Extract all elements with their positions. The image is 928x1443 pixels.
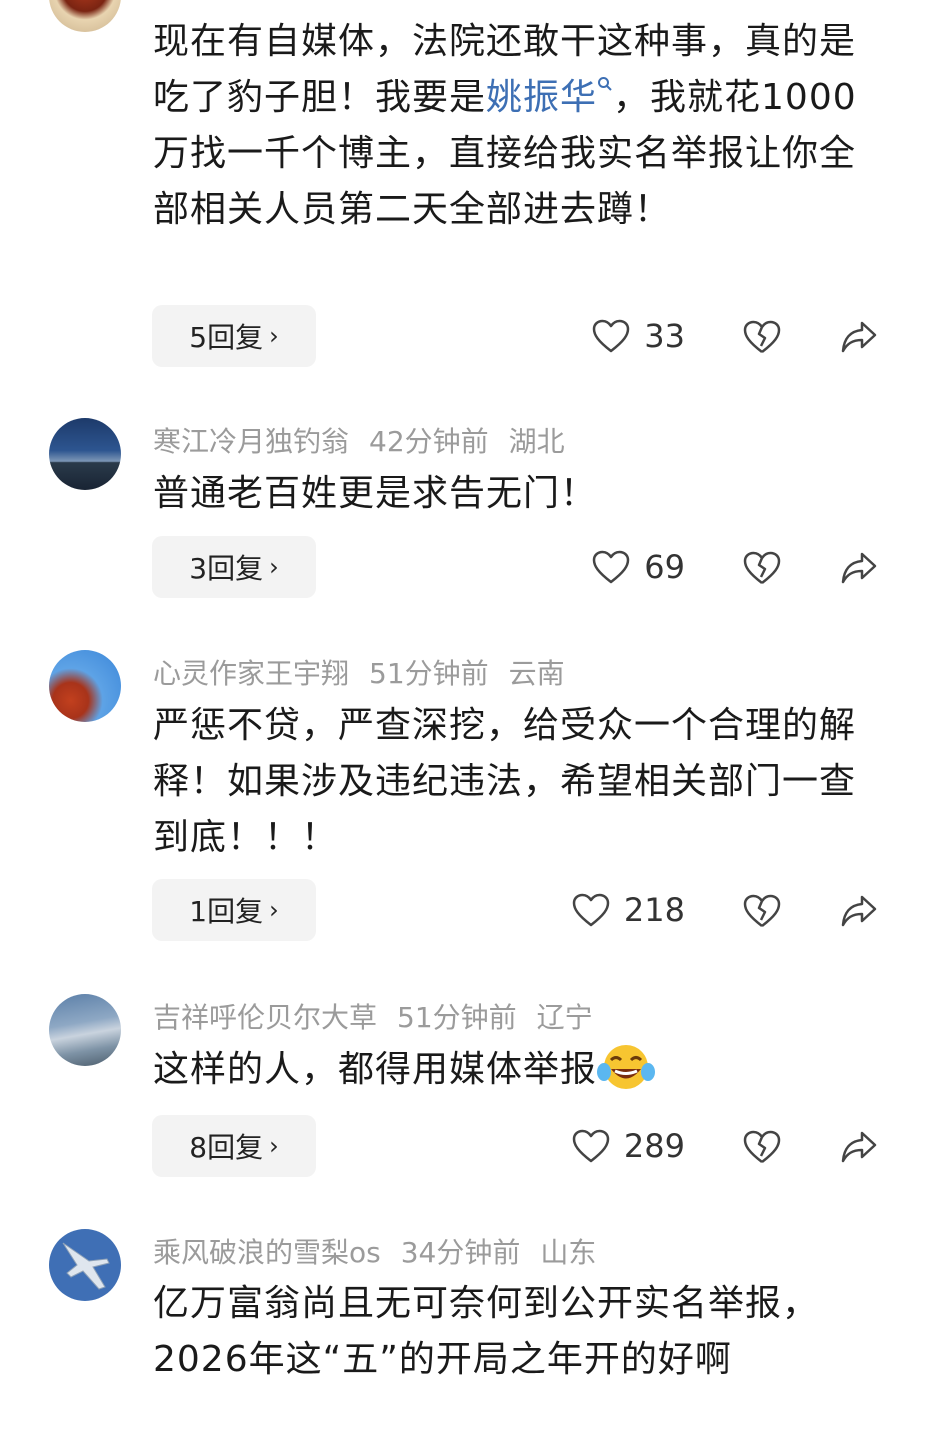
- comment-text: 这样的人，都得用媒体举报: [153, 1042, 883, 1098]
- avatar[interactable]: [49, 0, 121, 32]
- avatar[interactable]: [49, 1229, 121, 1301]
- share-icon[interactable]: [840, 893, 878, 929]
- share-icon[interactable]: [840, 1129, 878, 1165]
- timestamp: 34分钟前: [400, 1236, 521, 1269]
- heart-icon: [593, 319, 630, 353]
- like-button[interactable]: 289: [572, 1115, 685, 1177]
- avatar[interactable]: [49, 994, 121, 1066]
- username[interactable]: 寒江冷月独钓翁: [153, 425, 349, 458]
- comment-meta: 吉祥呼伦贝尔大草 51分钟前 辽宁: [153, 996, 613, 1036]
- broken-heart-icon[interactable]: [743, 550, 781, 586]
- username[interactable]: 心灵作家王宇翔: [153, 657, 349, 690]
- replies-button[interactable]: 3回复 ›: [152, 536, 316, 598]
- username[interactable]: 吉祥呼伦贝尔大草: [153, 1001, 377, 1034]
- share-icon[interactable]: [840, 319, 878, 355]
- chevron-right-icon: ›: [269, 1132, 279, 1160]
- timestamp: 42分钟前: [369, 425, 489, 458]
- comment-text: 现在有自媒体，法院还敢干这种事，真的是吃了豹子胆！我要是姚振华 ，我就花1000万…: [153, 21, 857, 230]
- share-icon[interactable]: [840, 550, 878, 586]
- broken-heart-icon[interactable]: [743, 319, 781, 355]
- search-icon: [598, 77, 612, 91]
- replies-button[interactable]: 5回复 ›: [152, 305, 316, 367]
- avatar[interactable]: [49, 418, 121, 490]
- heart-icon: [572, 893, 610, 927]
- comment-meta: 寒江冷月独钓翁 42分钟前 湖北: [153, 420, 585, 460]
- region: 辽宁: [536, 1001, 593, 1034]
- like-button[interactable]: 33: [592, 305, 685, 367]
- like-count: 218: [623, 891, 685, 929]
- like-button[interactable]: 69: [592, 536, 685, 598]
- like-count: 33: [644, 317, 685, 355]
- jet-icon: [62, 1242, 110, 1290]
- comment-meta: 心灵作家王宇翔 51分钟前 云南: [153, 652, 585, 692]
- chevron-right-icon: ›: [269, 896, 279, 924]
- replies-button[interactable]: 8回复 ›: [152, 1115, 316, 1177]
- username[interactable]: 乘风破浪的雪梨os: [153, 1236, 381, 1269]
- like-count: 289: [623, 1127, 685, 1165]
- timestamp: 51分钟前: [397, 1001, 517, 1034]
- comment-text: 亿万富翁尚且无可奈何到公开实名举报，2026年这“五”的开局之年开的好啊: [153, 1283, 820, 1380]
- comment-meta: 乘风破浪的雪梨os 34分钟前 山东: [153, 1231, 616, 1271]
- broken-heart-icon[interactable]: [743, 1129, 781, 1165]
- heart-icon: [593, 550, 630, 584]
- timestamp: 51分钟前: [369, 657, 489, 690]
- comment-text: 普通老百姓更是求告无门！: [153, 473, 598, 514]
- chevron-right-icon: ›: [269, 322, 279, 350]
- region: 湖北: [508, 425, 565, 458]
- keyword-link[interactable]: 姚振华: [486, 77, 597, 118]
- comment-text: 严惩不贷，严查深挖，给受众一个合理的解释！如果涉及违纪违法，希望相关部门一查到底…: [153, 705, 857, 858]
- chevron-right-icon: ›: [269, 553, 279, 581]
- like-button[interactable]: 218: [572, 879, 685, 941]
- laughing-tears-emoji: [597, 1045, 656, 1089]
- broken-heart-icon[interactable]: [743, 893, 781, 929]
- heart-icon: [572, 1129, 610, 1163]
- region: 云南: [508, 657, 565, 690]
- avatar[interactable]: [49, 650, 121, 722]
- region: 山东: [540, 1236, 597, 1269]
- replies-button[interactable]: 1回复 ›: [152, 879, 316, 941]
- like-count: 69: [644, 548, 685, 586]
